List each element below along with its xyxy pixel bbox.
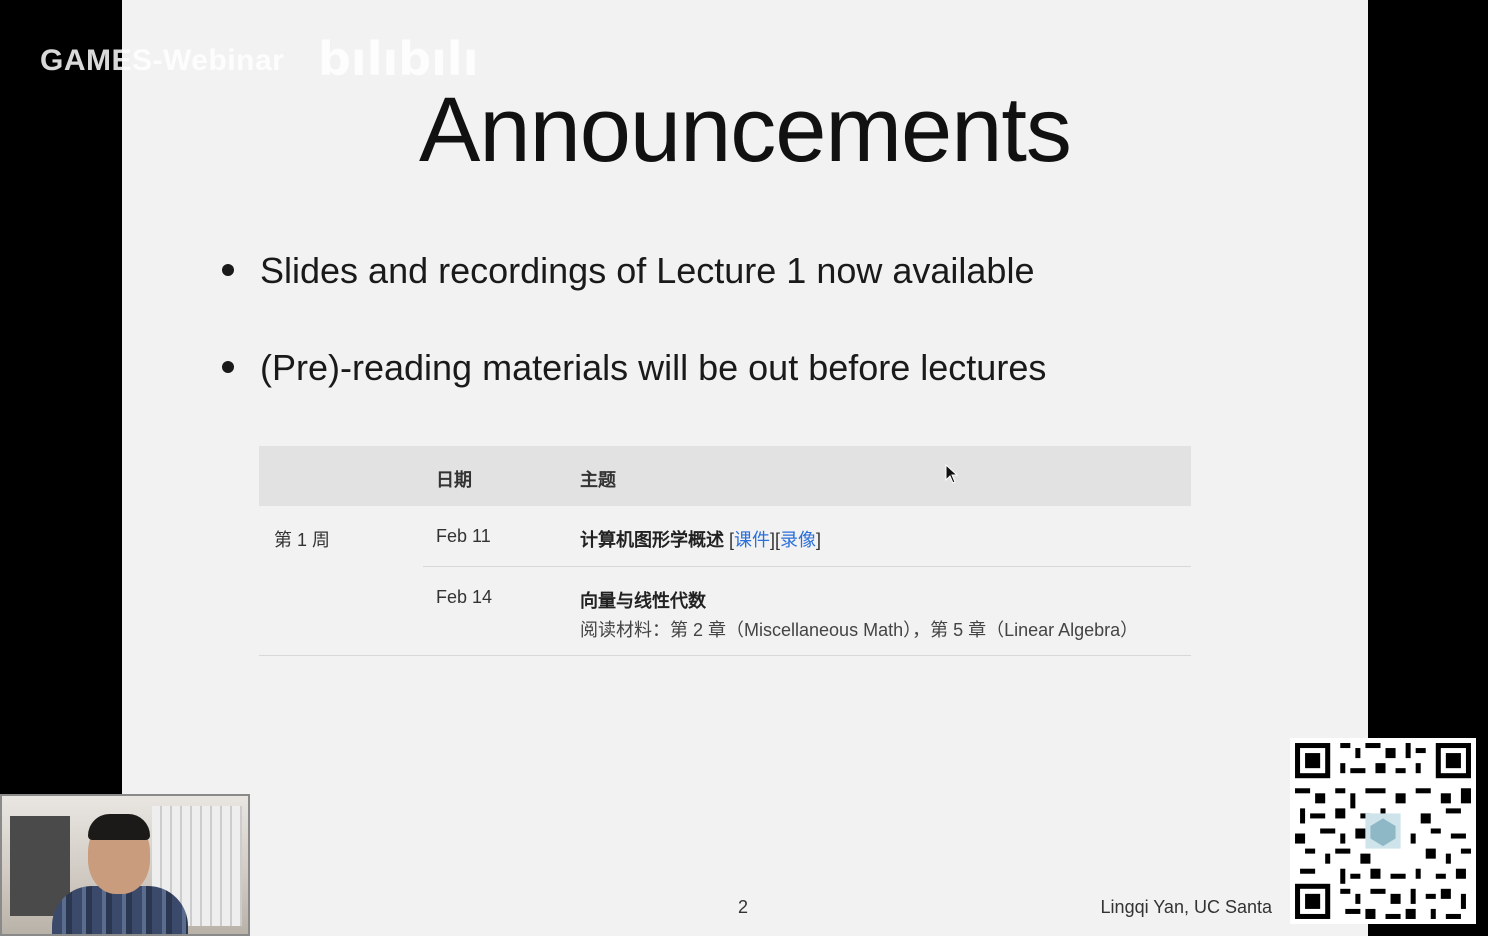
bullet-dot-icon <box>222 264 234 276</box>
mouse-cursor-icon <box>945 464 959 484</box>
presenter-webcam <box>0 794 250 936</box>
page-number: 2 <box>738 897 749 917</box>
row-date: Feb 14 <box>436 587 493 607</box>
recording-link[interactable]: 录像 <box>780 530 816 550</box>
slide: Announcements Slides and recordings of L… <box>122 0 1368 936</box>
reading-materials: 阅读材料：第 2 章（Miscellaneous Math），第 5 章（Lin… <box>580 620 1139 640</box>
bilibili-logo-icon: bılıbılı <box>318 32 479 86</box>
schedule-table: 日期 主题 第 1 周 Feb 11 计算机图形学概述 [课件][录像] Feb… <box>259 446 1191 656</box>
channel-watermark: GAMES-Webinar <box>40 44 285 77</box>
row-date: Feb 11 <box>436 526 491 546</box>
slide-title: Announcements <box>419 79 1072 181</box>
header-date: 日期 <box>436 470 472 490</box>
bullet-list: Slides and recordings of Lecture 1 now a… <box>218 246 1046 440</box>
bullet-text: (Pre)-reading materials will be out befo… <box>260 347 1047 388</box>
qr-code-icon <box>1290 738 1476 924</box>
author-footer: Lingqi Yan, UC Santa <box>1100 897 1272 917</box>
row-topic: 向量与线性代数 <box>580 591 706 611</box>
bullet-dot-icon <box>222 361 234 373</box>
bullet-text: Slides and recordings of Lecture 1 now a… <box>260 250 1035 291</box>
bullet-item: Slides and recordings of Lecture 1 now a… <box>218 246 1046 343</box>
header-topic: 主题 <box>580 470 616 490</box>
slides-link[interactable]: 课件 <box>734 530 770 550</box>
row-topic: 计算机图形学概述 <box>580 530 724 550</box>
table-header: 日期 主题 <box>259 446 1191 506</box>
bullet-item: (Pre)-reading materials will be out befo… <box>218 343 1046 440</box>
week-label: 第 1 周 <box>274 530 331 550</box>
row-topic-cell: 计算机图形学概述 [课件][录像] <box>580 530 822 550</box>
table-row: Feb 11 计算机图形学概述 [课件][录像] <box>423 506 1191 567</box>
table-row: Feb 14 向量与线性代数 阅读材料：第 2 章（Miscellaneous … <box>259 567 1191 656</box>
video-frame: Announcements Slides and recordings of L… <box>0 0 1488 936</box>
